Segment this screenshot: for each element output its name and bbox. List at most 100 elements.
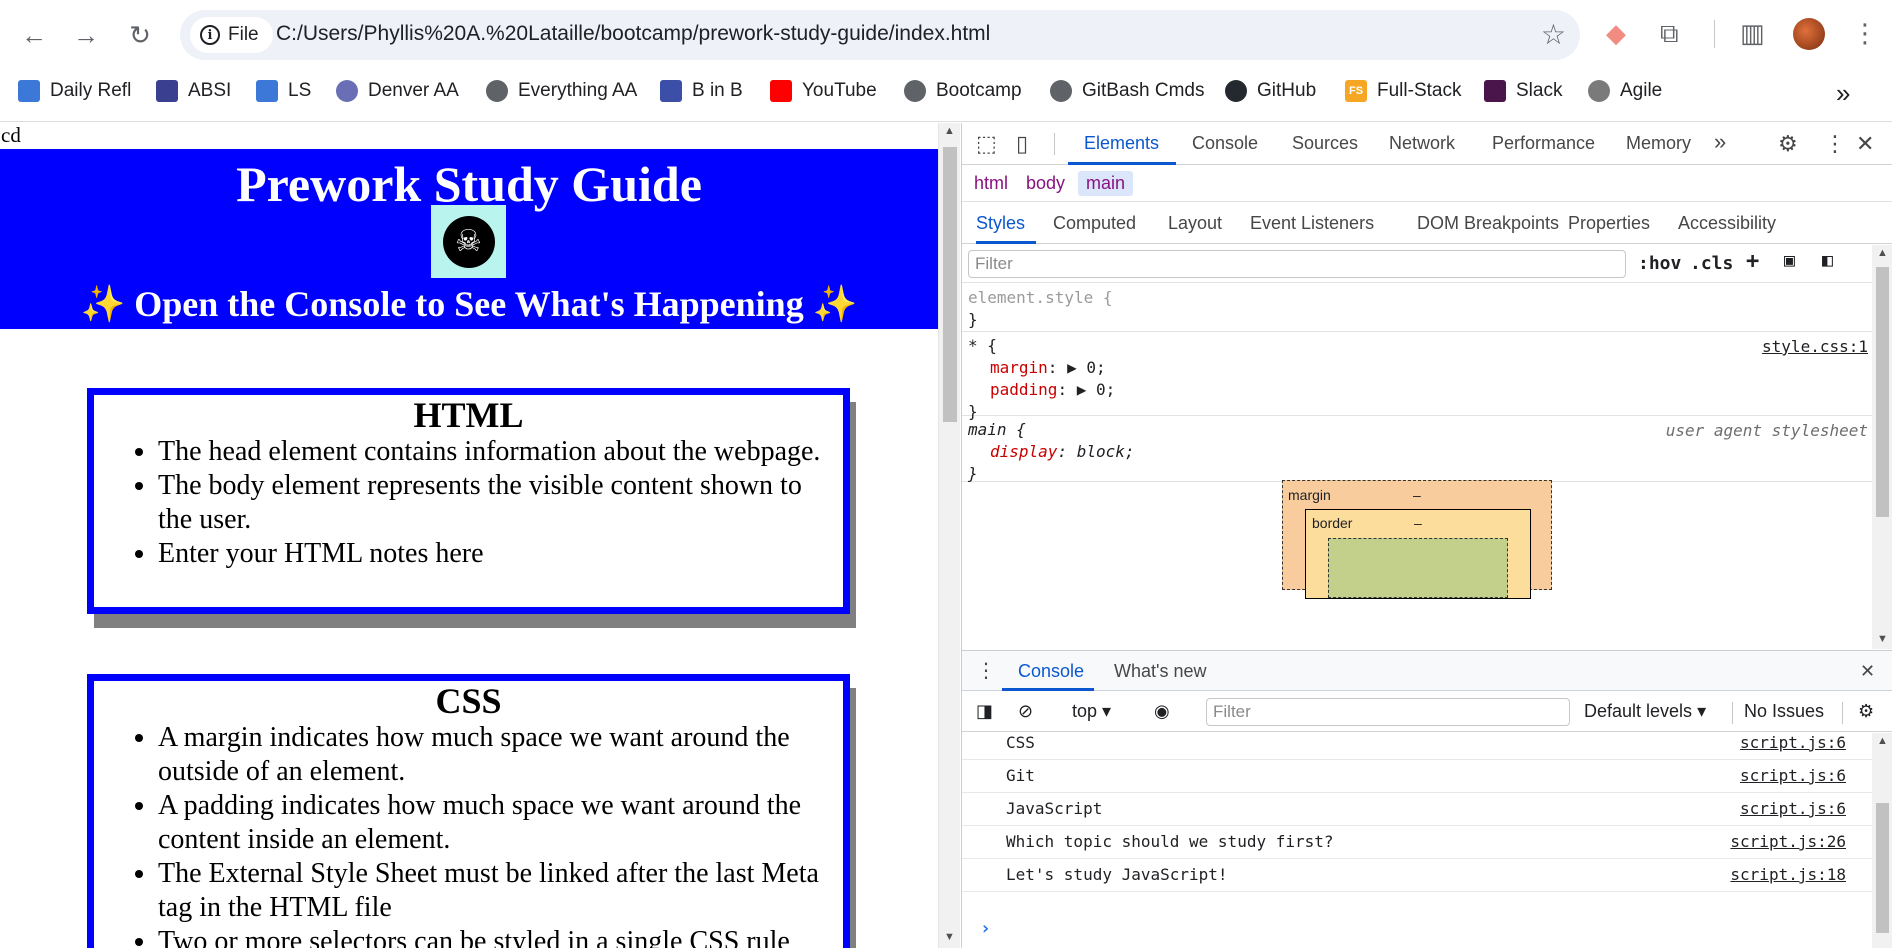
bookmark-daily-refl[interactable]: Daily Refl	[18, 80, 131, 102]
subtab-dom-breakpoints[interactable]: DOM Breakpoints	[1417, 213, 1559, 234]
sidebar-toggle-icon[interactable]: ◨	[976, 701, 993, 722]
log-source-link[interactable]: script.js:6	[1740, 766, 1846, 785]
eye-icon[interactable]: ◉	[1154, 701, 1170, 722]
scroll-up-icon[interactable]: ▲	[1877, 247, 1888, 259]
caret-down-icon: ▾	[1697, 701, 1707, 721]
log-source-link[interactable]: script.js:26	[1730, 832, 1846, 851]
drawer-menu-icon[interactable]: ⋮	[976, 658, 996, 683]
subtab-layout[interactable]: Layout	[1168, 213, 1222, 234]
log-source-link[interactable]: script.js:18	[1730, 865, 1846, 884]
reload-icon: ↻	[129, 19, 151, 50]
scroll-up-icon[interactable]: ▲	[1877, 735, 1888, 747]
favicon-icon	[18, 80, 40, 102]
console-message: Git script.js:6	[962, 760, 1872, 793]
list-item: A margin indicates how much space we wan…	[158, 721, 837, 789]
kebab-menu-icon[interactable]: ⋮	[1852, 18, 1878, 49]
console-prompt[interactable]: ›	[980, 918, 991, 939]
box-model-padding[interactable]	[1328, 538, 1508, 598]
list-item: The head element contains information ab…	[158, 435, 837, 469]
bookmark-full-stack[interactable]: FS Full-Stack	[1345, 80, 1461, 102]
bookmarks-overflow-icon[interactable]: »	[1836, 78, 1850, 109]
forward-button[interactable]: →	[64, 13, 108, 57]
bookmark-everything-aa[interactable]: Everything AA	[486, 80, 637, 102]
gear-icon[interactable]: ⚙	[1778, 131, 1798, 157]
address-bar[interactable]: i File C:/Users/Phyllis%20A.%20Lataille/…	[180, 10, 1580, 60]
bookmark-youtube[interactable]: YouTube	[770, 80, 877, 102]
subtab-properties[interactable]: Properties	[1568, 213, 1650, 234]
box-model-border[interactable]: border –	[1305, 509, 1531, 599]
side-panel-icon[interactable]: ▥	[1740, 18, 1765, 49]
subtab-computed[interactable]: Computed	[1053, 213, 1136, 234]
breadcrumb-main[interactable]: main	[1078, 171, 1134, 196]
subtab-styles[interactable]: Styles	[976, 213, 1025, 234]
bookmark-gitbash-cmds[interactable]: GitBash Cmds	[1050, 80, 1204, 102]
kebab-menu-icon[interactable]: ⋮	[1824, 131, 1846, 157]
site-info-chip[interactable]: i File	[190, 17, 273, 53]
scroll-up-icon[interactable]: ▲	[944, 125, 955, 137]
styles-filter-input[interactable]: Filter	[968, 250, 1626, 278]
console-drawer: ⋮ Console What's new ✕ ◨ ⊘ top ▾ ◉ Filte…	[962, 650, 1892, 948]
console-scrollbar[interactable]: ▲	[1872, 733, 1892, 948]
console-scroll-thumb[interactable]	[1876, 803, 1889, 933]
log-source-link[interactable]: script.js:6	[1740, 799, 1846, 818]
issues-counter[interactable]: No Issues	[1744, 701, 1824, 722]
toggle-sidebar-icon[interactable]: ◧	[1822, 250, 1833, 271]
tab-elements[interactable]: Elements	[1084, 133, 1159, 154]
close-icon[interactable]: ✕	[1856, 131, 1874, 157]
breadcrumb-body[interactable]: body	[1018, 171, 1073, 196]
styles-filter-bar: Filter :hov .cls + ▣ ◧	[962, 245, 1872, 283]
new-rule-icon[interactable]: +	[1746, 249, 1759, 274]
cast-icon[interactable]: ◆	[1606, 18, 1626, 49]
cls-toggle[interactable]: .cls	[1690, 253, 1733, 274]
scroll-down-icon[interactable]: ▼	[1877, 633, 1888, 645]
puzzle-icon[interactable]: ⧉	[1660, 18, 1679, 50]
hov-toggle[interactable]: :hov	[1638, 253, 1681, 274]
gear-icon[interactable]: ⚙	[1858, 701, 1874, 722]
bookmark-star-icon[interactable]: ☆	[1541, 18, 1566, 51]
tab-memory[interactable]: Memory	[1626, 133, 1691, 154]
url-text[interactable]: C:/Users/Phyllis%20A.%20Lataille/bootcam…	[276, 22, 990, 46]
console-filter-input[interactable]: Filter	[1206, 698, 1570, 726]
tab-console[interactable]: Console	[1192, 133, 1258, 154]
arrow-right-icon: →	[73, 19, 99, 50]
logo: ☠	[431, 205, 506, 278]
log-levels-dropdown[interactable]: Default levels ▾	[1584, 701, 1706, 722]
styles-scroll-thumb[interactable]	[1876, 267, 1889, 517]
breadcrumb-html[interactable]: html	[966, 171, 1016, 196]
drawer-tab-console[interactable]: Console	[1018, 661, 1084, 682]
page-scroll-thumb[interactable]	[943, 147, 957, 422]
styles-scrollbar[interactable]: ▲ ▼	[1872, 245, 1892, 649]
bookmark-bootcamp[interactable]: Bootcamp	[904, 80, 1022, 102]
reload-button[interactable]: ↻	[118, 13, 162, 57]
device-toolbar-icon[interactable]: ▯	[1016, 131, 1028, 157]
box-model-margin[interactable]: margin – border –	[1282, 480, 1552, 599]
paint-icon[interactable]: ▣	[1784, 250, 1795, 271]
subtab-accessibility[interactable]: Accessibility	[1678, 213, 1776, 234]
subtab-event-listeners[interactable]: Event Listeners	[1250, 213, 1374, 234]
page-subtitle: ✨ Open the Console to See What's Happeni…	[80, 284, 858, 324]
close-icon[interactable]: ✕	[1860, 661, 1875, 682]
context-selector[interactable]: top ▾	[1072, 701, 1111, 722]
drawer-tab-whats-new[interactable]: What's new	[1114, 661, 1206, 682]
bookmark-denver-aa[interactable]: Denver AA	[336, 80, 459, 102]
clear-console-icon[interactable]: ⊘	[1018, 701, 1033, 722]
profile-avatar[interactable]	[1793, 18, 1825, 50]
bookmarks-bar: Daily Refl ABSI LS Denver AA Everything AA B …	[0, 70, 1892, 122]
tab-sources[interactable]: Sources	[1292, 133, 1358, 154]
more-tabs-icon[interactable]: »	[1714, 129, 1726, 155]
bookmark-slack[interactable]: Slack	[1484, 80, 1562, 102]
bookmark-github[interactable]: GitHub	[1225, 80, 1316, 102]
bookmark-agile[interactable]: Agile	[1588, 80, 1662, 102]
tab-network[interactable]: Network	[1389, 133, 1455, 154]
bookmark-absi[interactable]: ABSI	[156, 80, 231, 102]
section-heading: HTML	[413, 395, 524, 435]
page-scrollbar[interactable]: ▲ ▼	[938, 123, 960, 948]
log-source-link[interactable]: script.js:6	[1740, 733, 1846, 752]
tab-performance[interactable]: Performance	[1492, 133, 1595, 154]
page-header: Prework Study Guide ☠ ✨ Open the Console…	[0, 149, 938, 329]
back-button[interactable]: ←	[12, 13, 56, 57]
inspect-element-icon[interactable]: ⬚	[976, 131, 997, 157]
bookmark-ls[interactable]: LS	[256, 80, 311, 102]
bookmark-b-in-b[interactable]: B in B	[660, 80, 743, 102]
scroll-down-icon[interactable]: ▼	[944, 931, 955, 943]
